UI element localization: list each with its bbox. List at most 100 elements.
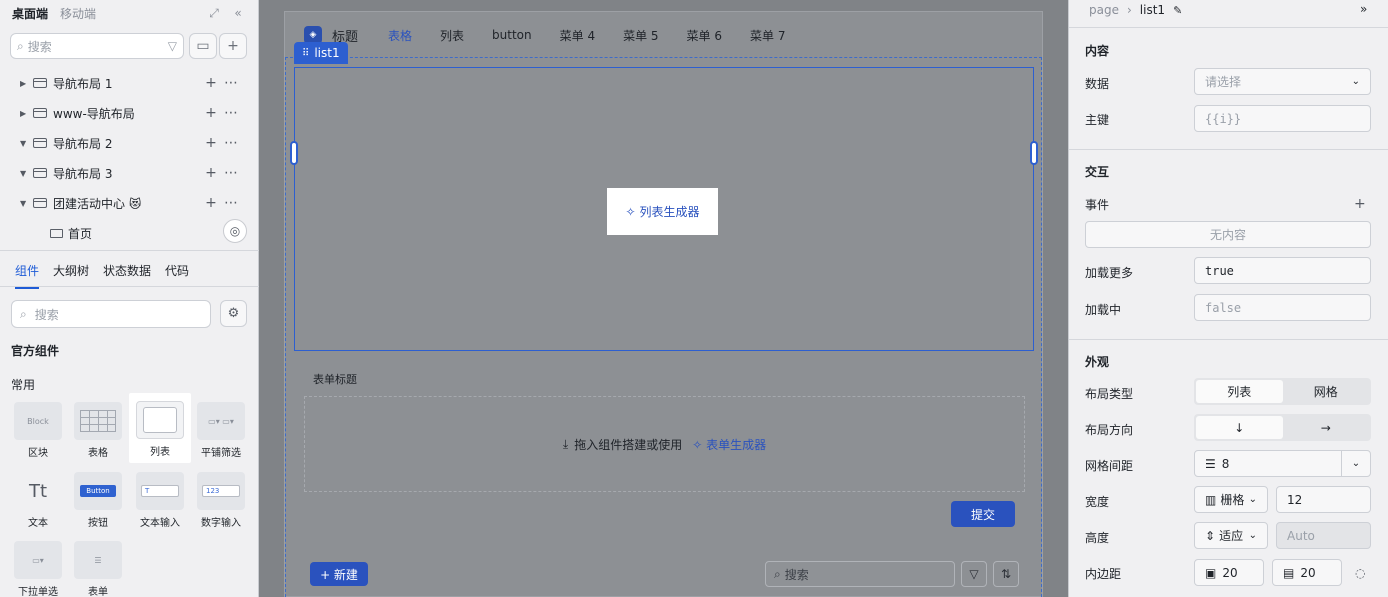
breadcrumb: page › list1 ✎ <box>1089 3 1182 17</box>
component-list[interactable]: 列表 <box>129 393 191 463</box>
plus-icon[interactable]: + <box>201 105 221 121</box>
caret-right-icon[interactable]: ▶ <box>20 79 30 88</box>
tree-item-home[interactable]: 首页 <box>0 218 259 248</box>
form-generator-link[interactable]: ✧ 表单生成器 <box>692 436 766 453</box>
mode-mobile[interactable]: 移动端 <box>60 5 96 22</box>
list-tag[interactable]: ⠿ list1 <box>294 42 348 64</box>
event-empty[interactable]: 无内容 <box>1085 221 1371 248</box>
add-page-button[interactable]: + <box>219 33 247 59</box>
nav-bar: ◈ 标题 表格 列表 button 菜单 4 菜单 5 菜单 6 菜单 7 <box>285 12 1042 58</box>
plus-icon[interactable]: + <box>201 75 221 91</box>
plus-icon[interactable]: + <box>201 165 221 181</box>
component-table[interactable]: 表格 <box>67 394 129 464</box>
width-input[interactable]: 12 <box>1276 486 1371 513</box>
gap-dropdown[interactable]: ⌄ <box>1341 450 1371 477</box>
component-block[interactable]: Block 区块 <box>7 394 69 464</box>
gap-input[interactable]: ☰ 8 <box>1194 450 1342 477</box>
filter-icon[interactable]: ▽ <box>961 561 987 587</box>
caret-down-icon[interactable]: ▼ <box>20 139 30 148</box>
caret-right-icon[interactable]: ▶ <box>20 109 30 118</box>
padding-link-icon[interactable]: ◌ <box>1355 566 1365 580</box>
plus-icon[interactable]: + <box>201 135 221 151</box>
new-button[interactable]: + 新建 <box>310 562 368 586</box>
load-more-label: 加载更多 <box>1085 266 1134 280</box>
resize-handle-left[interactable] <box>290 141 298 165</box>
select-thumbnail: ▭▾ <box>14 541 62 579</box>
nav-menu-4[interactable]: 菜单 4 <box>560 27 595 44</box>
expand-icon[interactable]: ⤢ <box>205 6 223 21</box>
padding-vertical-input[interactable]: ▤ 20 <box>1272 559 1342 586</box>
design-canvas[interactable]: ◈ 标题 表格 列表 button 菜单 4 菜单 5 菜单 6 菜单 7 ⠿ … <box>284 11 1043 597</box>
more-icon[interactable]: ⋯ <box>221 165 241 181</box>
list-generator-button[interactable]: ✧ 列表生成器 <box>607 188 718 235</box>
arrow-right-icon[interactable]: → <box>1283 416 1370 439</box>
data-select[interactable]: 请选择 ⌄ <box>1194 68 1371 95</box>
nav-menu-7[interactable]: 菜单 7 <box>750 27 785 44</box>
component-form[interactable]: ☰ 表单 <box>67 533 129 597</box>
component-button[interactable]: Button 按钮 <box>67 464 129 534</box>
caret-down-icon[interactable]: ▼ <box>20 169 30 178</box>
collapse-left-icon[interactable]: « <box>229 6 247 20</box>
filter-icon[interactable]: ▽ <box>168 39 177 53</box>
monitor-icon <box>50 228 63 238</box>
tree-item[interactable]: ▼ 团建活动中心 😻 + ⋯ <box>0 188 259 218</box>
padding-horizontal-input[interactable]: ▣ 20 <box>1194 559 1264 586</box>
height-input[interactable]: Auto <box>1276 522 1371 549</box>
tree-item[interactable]: ▶ 导航布局 1 + ⋯ <box>0 68 259 98</box>
loading-input[interactable]: false <box>1194 294 1371 321</box>
component-number-input[interactable]: 123 数字输入 <box>190 464 252 534</box>
canvas-search-input[interactable]: ⌕ 搜索 <box>765 561 955 587</box>
tab-code[interactable]: 代码 <box>165 262 189 289</box>
tree-item[interactable]: ▼ 导航布局 3 + ⋯ <box>0 158 259 188</box>
divider <box>0 286 259 287</box>
plus-icon[interactable]: + <box>201 195 221 211</box>
drag-handle-icon[interactable]: ⠿ <box>302 48 309 59</box>
width-mode-select[interactable]: ▥ 栅格 ⌄ <box>1194 486 1268 513</box>
component-select[interactable]: ▭▾ 下拉单选 <box>7 533 69 597</box>
breadcrumb-page[interactable]: page <box>1089 3 1119 17</box>
nav-menu-table[interactable]: 表格 <box>388 27 412 44</box>
key-input[interactable]: {{i}} <box>1194 105 1371 132</box>
edit-icon[interactable]: ✎ <box>1173 4 1182 17</box>
locate-icon[interactable]: ◎ <box>223 219 247 243</box>
tab-state[interactable]: 状态数据 <box>103 262 151 289</box>
collapse-right-icon[interactable]: » <box>1360 2 1367 16</box>
tree-item[interactable]: ▶ www-导航布局 + ⋯ <box>0 98 259 128</box>
more-icon[interactable]: ⋯ <box>221 105 241 121</box>
component-search-input[interactable]: ⌕ 搜索 <box>11 300 211 328</box>
gear-icon[interactable]: ⚙ <box>220 300 247 327</box>
component-text[interactable]: Tt 文本 <box>7 464 69 534</box>
more-icon[interactable]: ⋯ <box>221 135 241 151</box>
more-icon[interactable]: ⋯ <box>221 75 241 91</box>
add-event-icon[interactable]: + <box>1354 196 1366 212</box>
caret-down-icon[interactable]: ▼ <box>20 199 30 208</box>
height-mode-select[interactable]: ⇕ 适应 ⌄ <box>1194 522 1268 549</box>
nav-menu-button[interactable]: button <box>492 28 532 42</box>
layout-type-list[interactable]: 列表 <box>1196 380 1283 403</box>
padding-horizontal-value: 20 <box>1222 565 1238 580</box>
arrow-down-icon[interactable]: ↓ <box>1196 416 1283 439</box>
more-icon[interactable]: ⋯ <box>221 195 241 211</box>
form-drop-zone[interactable]: ⤓ 拖入组件搭建或使用 ✧ 表单生成器 <box>304 396 1025 492</box>
component-text-input[interactable]: T 文本输入 <box>129 464 191 534</box>
search-icon: ⌕ <box>774 566 781 581</box>
resize-handle-right[interactable] <box>1030 141 1038 165</box>
component-label: 下拉单选 <box>18 587 58 597</box>
component-label: 表格 <box>88 448 108 459</box>
mode-desktop[interactable]: 桌面端 <box>12 5 48 22</box>
page-search-input[interactable]: ⌕ 搜索 ▽ <box>10 33 184 59</box>
nav-menu-6[interactable]: 菜单 6 <box>687 27 722 44</box>
submit-button[interactable]: 提交 <box>951 501 1015 527</box>
nav-menu-list[interactable]: 列表 <box>440 27 464 44</box>
nav-menu-5[interactable]: 菜单 5 <box>623 27 658 44</box>
chevron-down-icon: ⌄ <box>1248 530 1257 541</box>
component-tile-filter[interactable]: ▭▾ ▭▾ 平铺筛选 <box>190 394 252 464</box>
sort-icon[interactable]: ⇅ <box>993 561 1019 587</box>
tree-item[interactable]: ▼ 导航布局 2 + ⋯ <box>0 128 259 158</box>
layout-type-grid[interactable]: 网格 <box>1283 380 1370 403</box>
tab-outline[interactable]: 大纲树 <box>53 262 89 289</box>
layout-icon[interactable]: ▭ <box>189 33 217 59</box>
load-more-input[interactable]: true <box>1194 257 1371 284</box>
component-label: 文本 <box>28 518 48 529</box>
tab-components[interactable]: 组件 <box>15 262 40 289</box>
